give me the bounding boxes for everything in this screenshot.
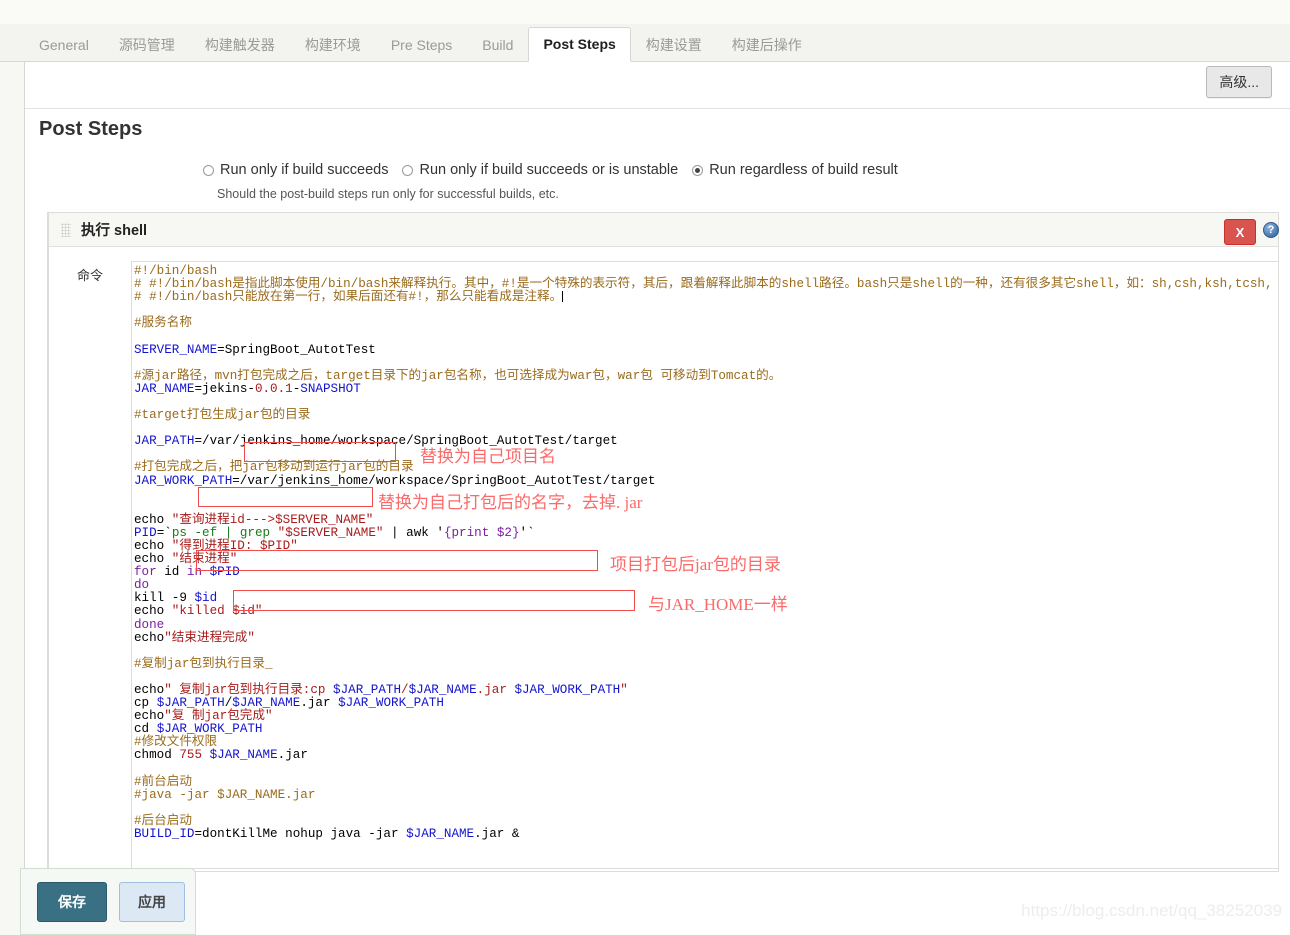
radio-label-regardless: Run regardless of build result (709, 162, 898, 178)
form-footer: 保存 应用 (20, 868, 196, 935)
tab-build-settings[interactable]: 构建设置 (631, 28, 717, 62)
tab-build-triggers[interactable]: 构建触发器 (190, 28, 290, 62)
radio-option-succeeds-or-unstable[interactable]: Run only if build succeeds or is unstabl… (402, 162, 678, 178)
config-tab-bar: General 源码管理 构建触发器 构建环境 Pre Steps Build … (0, 24, 1290, 62)
shell-builder-header: 执行 shell (49, 213, 1278, 247)
top-strip (0, 0, 1290, 24)
config-panel: 高级... Post Steps Run only if build succe… (24, 62, 1290, 935)
page-title: Post Steps (39, 118, 142, 141)
drag-handle-icon[interactable] (61, 223, 71, 237)
tab-build[interactable]: Build (467, 28, 528, 62)
radio-icon-regardless[interactable] (692, 165, 703, 176)
section-divider (25, 108, 1290, 109)
radio-option-regardless[interactable]: Run regardless of build result (692, 162, 898, 178)
help-icon[interactable]: ? (1263, 222, 1279, 238)
save-button[interactable]: 保存 (37, 882, 107, 922)
run-condition-group: Run only if build succeeds Run only if b… (203, 162, 912, 178)
tab-general[interactable]: General (24, 28, 104, 62)
radio-option-succeeds[interactable]: Run only if build succeeds (203, 162, 388, 178)
annotation-note-jar-name: 替换为自己打包后的名字，去掉. jar (378, 488, 642, 513)
advanced-button[interactable]: 高级... (1206, 66, 1272, 98)
delete-builder-button[interactable]: X (1224, 219, 1256, 245)
command-textarea[interactable]: #!/bin/bash # #!/bin/bash是指此脚本使用/bin/bas… (131, 261, 1279, 869)
annotation-note-jar-work-path: 与JAR_HOME一样 (648, 590, 788, 615)
tab-pre-steps[interactable]: Pre Steps (376, 28, 467, 62)
tab-post-steps[interactable]: Post Steps (528, 27, 630, 62)
radio-icon-succeeds-or-unstable[interactable] (402, 165, 413, 176)
tab-scm[interactable]: 源码管理 (104, 28, 190, 62)
radio-label-succeeds-or-unstable: Run only if build succeeds or is unstabl… (419, 162, 678, 178)
shell-builder-title: 执行 shell (81, 219, 147, 240)
annotation-note-jar-path: 项目打包后jar包的目录 (610, 550, 781, 575)
run-condition-hint: Should the post-build steps run only for… (217, 187, 559, 201)
command-label: 命令 (77, 265, 103, 284)
radio-icon-succeeds[interactable] (203, 165, 214, 176)
jenkins-job-config-page: General 源码管理 构建触发器 构建环境 Pre Steps Build … (0, 0, 1290, 935)
advanced-row: 高级... (1206, 66, 1272, 98)
tab-build-env[interactable]: 构建环境 (290, 28, 376, 62)
shell-builder-block: 执行 shell X ? 命令 #!/bin/bash # #!/bin/bas… (47, 212, 1279, 872)
radio-label-succeeds: Run only if build succeeds (220, 162, 388, 178)
annotation-note-server-name: 替换为自己项目名 (420, 442, 556, 467)
watermark: https://blog.csdn.net/qq_38252039 (1021, 901, 1282, 921)
tab-post-build-actions[interactable]: 构建后操作 (717, 28, 817, 62)
apply-button[interactable]: 应用 (119, 882, 185, 922)
